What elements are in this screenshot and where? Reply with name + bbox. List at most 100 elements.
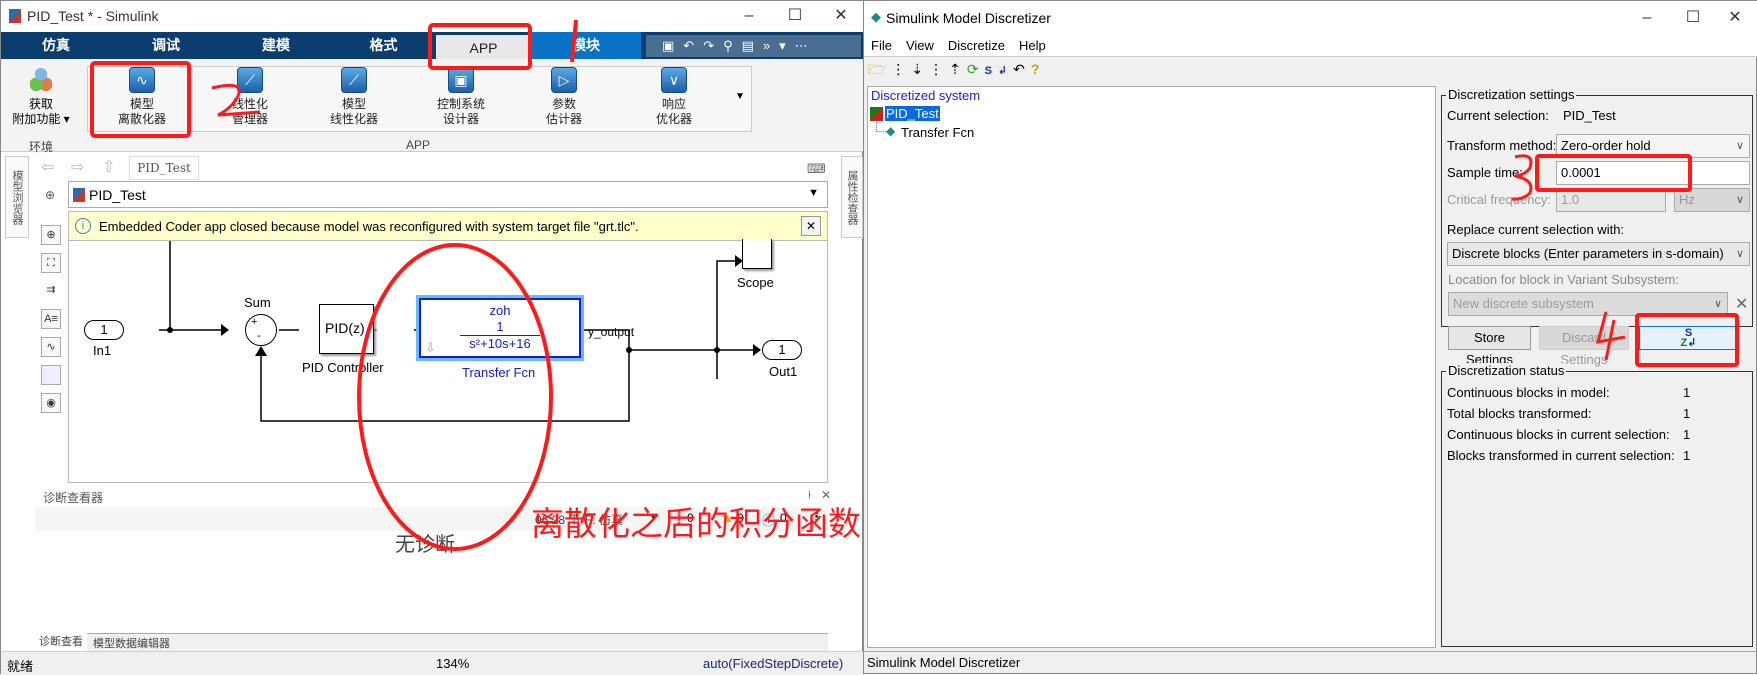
model-canvas[interactable]: 1 In1 Sum + - PID(z) PID Controller zoh 1… (68, 239, 828, 483)
menu-help[interactable]: Help (1019, 38, 1046, 53)
transform-method-select[interactable]: Zero-order hold ∨ (1556, 134, 1750, 158)
zoom-in-icon[interactable]: ⊕ (41, 225, 61, 245)
app-linearization-manager[interactable]: ⟋ 线性化 管理器 (207, 67, 293, 127)
transform-method-label: Transform method: (1447, 138, 1557, 153)
screenshot-icon[interactable]: ◉ (41, 393, 61, 413)
variant-location-select[interactable]: New discrete subsystem ∨ (1448, 292, 1728, 316)
tree-node-pid-test[interactable]: PID_Test (885, 106, 940, 121)
gallery-expand-icon[interactable]: ▼ (735, 91, 745, 102)
status-row: Continuous blocks in current selection: 1 (1447, 427, 1691, 442)
hide-explorer-icon[interactable]: ⊕ (45, 188, 55, 202)
app-response-optimizer[interactable]: ∨ 响应 优化器 (631, 67, 717, 127)
status-legend: Discretization status (1446, 363, 1567, 378)
transfer-fcn-block[interactable]: zoh 1 s²+10s+16 ⇩ (416, 295, 584, 361)
tree-header: Discretized system (871, 88, 981, 103)
model-linearizer-icon: ⟋ (341, 67, 367, 93)
nav-back-icon[interactable]: ⇦ (41, 157, 54, 177)
scope-label: Scope (737, 275, 774, 290)
solver-status[interactable]: auto(FixedStepDiscrete) (703, 656, 843, 671)
model-tab[interactable]: PID_Test (129, 156, 199, 180)
app-model-linearizer[interactable]: ⟋ 模型 线性化器 (311, 67, 397, 127)
nav-forward-icon[interactable]: ⇨ (71, 157, 84, 177)
status-ready: 就绪 (7, 659, 34, 674)
app-model-discretizer[interactable]: ∿ 模型 离散化器 (99, 67, 185, 127)
notification-close-button[interactable]: ✕ (801, 216, 821, 236)
window-title: PID_Test * - Simulink (27, 8, 159, 24)
open-icon[interactable]: 🗁 (868, 61, 891, 77)
keyboard-icon[interactable]: ⌨ (807, 161, 826, 177)
critical-frequency-label: Critical frequency: (1447, 192, 1552, 207)
more-icon[interactable]: »▾ (763, 38, 795, 53)
help-icon[interactable]: ? (1031, 61, 1046, 77)
overflow-icon[interactable]: ⋯ (795, 38, 817, 53)
addons-label-2: 附加功能 ▾ (12, 112, 70, 126)
path-dropdown-icon[interactable]: ▼ (808, 187, 819, 199)
replace-with-select[interactable]: Discrete blocks (Enter parameters in s-d… (1447, 242, 1750, 266)
title-bar: ◆ Simulink Model Discretizer – ☐ ✕ (864, 1, 1757, 35)
model-path-field[interactable]: PID_Test ▼ (68, 181, 828, 208)
refresh-icon[interactable]: ⟳ (967, 61, 985, 77)
minimize-button[interactable]: – (1624, 3, 1670, 33)
simulink-window: PID_Test * - Simulink – ☐ ✕ 仿真 调试 建模 格式 … (0, 0, 864, 675)
menu-view[interactable]: View (906, 38, 934, 53)
variant-clear-icon[interactable]: ✕ (1735, 294, 1748, 314)
down-arrow-icon: ⇩ (425, 340, 436, 355)
save-icon[interactable]: ▣ (662, 38, 683, 53)
get-addons-button[interactable]: 获取 附加功能 ▾ (5, 67, 77, 127)
diagnostic-viewer-title: 诊断查看器 (43, 491, 104, 505)
search-icon[interactable]: ⚲ (723, 38, 742, 53)
discretize-icon[interactable]: S↲ (985, 65, 1014, 77)
tab-apps[interactable]: APP (436, 32, 531, 59)
tree-node-transfer-fcn[interactable]: Transfer Fcn (901, 125, 974, 140)
critical-frequency-input[interactable]: 1.0 (1556, 188, 1666, 212)
tab-simulation[interactable]: 仿真 (1, 32, 111, 59)
tab-model-data-editor[interactable]: 模型数据编辑器 (93, 635, 170, 651)
maximize-button[interactable]: ☐ (772, 1, 818, 31)
model-node-icon (870, 107, 883, 121)
route-lines-icon[interactable]: ⇉ (41, 281, 61, 301)
sum-block[interactable]: + - (245, 314, 277, 346)
undo-icon[interactable]: ↶ (683, 38, 703, 53)
response-optimizer-icon: ∨ (661, 67, 687, 93)
collapse-tree-icon[interactable]: ⋮⇡ (929, 61, 967, 77)
expand-tree-icon[interactable]: ⋮⇣ (891, 61, 929, 77)
discretizer-status-bar: Simulink Model Discretizer (864, 651, 1756, 673)
discretize-button[interactable]: S Z↲ (1639, 326, 1738, 350)
close-button[interactable]: ✕ (1712, 3, 1757, 33)
redo-icon[interactable]: ↷ (703, 38, 723, 53)
pid-controller-block[interactable]: PID(z) (319, 304, 374, 354)
nav-up-icon[interactable]: ⇧ (102, 157, 115, 177)
annotation-icon[interactable]: A≡ (41, 309, 61, 329)
frequency-unit-select[interactable]: Hz ∨ (1674, 188, 1750, 212)
tab-debug[interactable]: 调试 (111, 32, 221, 59)
app-control-system-designer[interactable]: ▣ 控制系统 设计器 (418, 67, 504, 127)
property-inspector-panel[interactable]: 属性检查器 (841, 156, 863, 238)
info-icon: i (75, 218, 91, 234)
tab-block[interactable]: 模块 (531, 32, 641, 59)
tab-format[interactable]: 格式 (331, 32, 436, 59)
tree-panel: Discretized system PID_Test ◆ Transfer F… (867, 86, 1436, 648)
menu-file[interactable]: File (871, 38, 892, 53)
model-browser-panel[interactable]: 模型浏览器 (5, 156, 29, 238)
tab-diagnostic-viewer[interactable]: 诊断查看器 (35, 633, 87, 664)
sample-time-input[interactable]: 0.0001 (1556, 161, 1750, 185)
maximize-button[interactable]: ☐ (1670, 3, 1716, 33)
discard-settings-button[interactable]: Discard Settings (1539, 326, 1629, 367)
app-parameter-estimator[interactable]: ▷ 参数 估计器 (521, 67, 607, 127)
close-button[interactable]: ✕ (818, 1, 864, 31)
undo-icon[interactable]: ↶ (1013, 61, 1031, 77)
fit-view-icon[interactable]: ⛶ (41, 253, 61, 273)
status-row: Blocks transformed in current selection:… (1447, 448, 1691, 463)
tab-modeling[interactable]: 建模 (221, 32, 331, 59)
find-icon[interactable]: ▤ (742, 38, 763, 53)
inport-in1[interactable]: 1 (84, 320, 124, 340)
scope-block[interactable] (742, 239, 772, 269)
area-icon[interactable] (41, 365, 61, 385)
current-selection-label: Current selection: (1447, 108, 1549, 123)
image-icon[interactable]: ∿ (41, 337, 61, 357)
store-settings-button[interactable]: Store Settings (1448, 326, 1531, 367)
menu-discretize[interactable]: Discretize (948, 38, 1005, 53)
outport-out1[interactable]: 1 (762, 340, 802, 360)
no-diagnostics-text: 无诊断 (395, 534, 455, 556)
minimize-button[interactable]: – (726, 1, 772, 31)
